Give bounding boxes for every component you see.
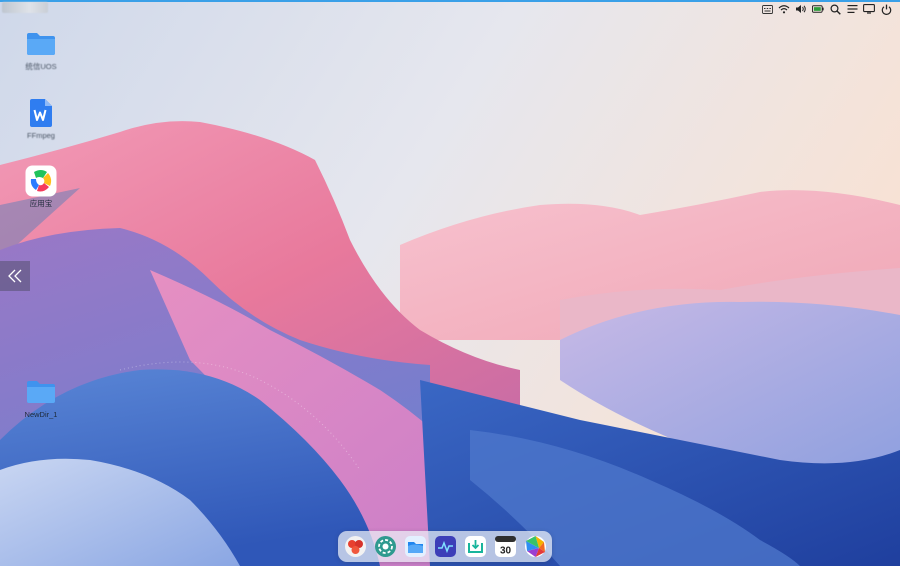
- calendar-icon[interactable]: 30: [494, 535, 517, 558]
- wps-document-icon: [30, 99, 52, 127]
- desktop-icon-label: NewDir_1: [24, 410, 58, 419]
- desktop-icon-label: 应用宝: [29, 199, 53, 208]
- battery-icon[interactable]: [812, 3, 824, 15]
- desktop-icon-label: FFmpeg: [27, 131, 55, 140]
- app-store-icon[interactable]: [344, 535, 367, 558]
- desktop-folder-icon-newdir[interactable]: NewDir_1: [13, 376, 69, 419]
- volume-icon[interactable]: [795, 3, 807, 15]
- desktop-wallpaper: [0, 0, 900, 566]
- side-panel-handle[interactable]: [0, 261, 30, 291]
- browser-icon[interactable]: [524, 535, 547, 558]
- power-icon[interactable]: [880, 3, 892, 15]
- notification-list-icon[interactable]: [846, 3, 858, 15]
- calendar-day: 30: [499, 546, 511, 557]
- screenshot-icon[interactable]: [464, 535, 487, 558]
- desktop-folder-icon-1[interactable]: 统信UOS: [13, 28, 69, 71]
- system-tray: [761, 2, 892, 16]
- system-monitor-icon[interactable]: [434, 535, 457, 558]
- double-chevron-left-icon: [8, 269, 22, 283]
- folder-icon: [27, 33, 55, 55]
- folder-icon: [27, 381, 55, 403]
- top-panel: [0, 2, 900, 16]
- file-manager-icon[interactable]: [404, 535, 427, 558]
- blurred-title: [2, 2, 48, 13]
- input-method-icon[interactable]: [761, 3, 773, 15]
- wifi-icon[interactable]: [778, 3, 790, 15]
- desktop-app-store-shortcut[interactable]: 应用宝: [13, 165, 69, 208]
- screen-icon[interactable]: [863, 3, 875, 15]
- settings-icon[interactable]: [374, 535, 397, 558]
- dock: 30: [338, 531, 552, 562]
- desktop-icon-label: 统信UOS: [25, 62, 57, 71]
- desktop-document-icon[interactable]: FFmpeg: [13, 97, 69, 140]
- search-icon[interactable]: [829, 3, 841, 15]
- yingyongbao-icon: [25, 165, 57, 197]
